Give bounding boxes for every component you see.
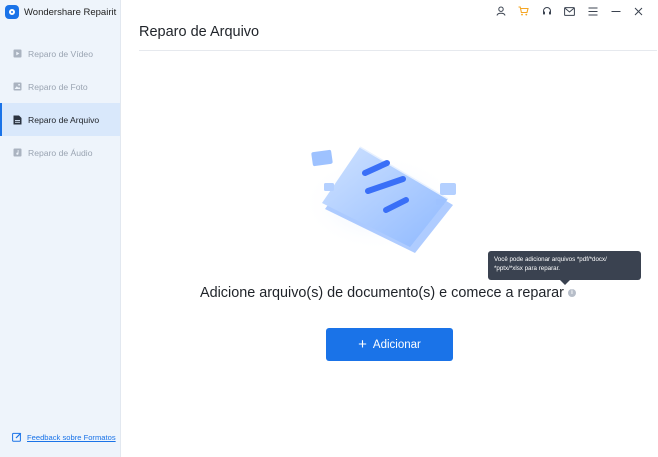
image-icon	[12, 82, 22, 92]
info-icon[interactable]: i	[567, 289, 576, 297]
minimize-icon[interactable]	[604, 4, 627, 18]
empty-state-message: Adicione arquivo(s) de documento(s) e co…	[200, 285, 576, 301]
add-button-label: Adicionar	[372, 338, 421, 351]
sidebar-item-video[interactable]: Reparo de Vídeo	[0, 37, 120, 70]
cart-icon[interactable]	[512, 4, 535, 18]
sidebar-item-audio[interactable]: Reparo de Áudio	[0, 136, 120, 169]
sidebar-item-label: Reparo de Arquivo	[28, 114, 100, 125]
empty-state-text: Adicione arquivo(s) de documento(s) e co…	[200, 285, 564, 301]
edit-icon	[12, 432, 22, 442]
sidebar-item-photo[interactable]: Reparo de Foto	[0, 70, 120, 103]
topbar	[489, 4, 650, 18]
page-title: Reparo de Arquivo	[139, 24, 260, 40]
user-icon[interactable]	[489, 4, 512, 18]
sidebar-item-label: Reparo de Vídeo	[28, 48, 93, 59]
audio-icon	[12, 148, 22, 158]
sidebar-nav: Reparo de Vídeo Reparo de Foto Reparo de…	[0, 37, 120, 169]
app-logo	[5, 5, 19, 19]
sidebar-item-label: Reparo de Áudio	[28, 147, 93, 158]
app-name: Wondershare Repairit	[24, 6, 117, 18]
headset-icon[interactable]	[535, 4, 558, 18]
sidebar: Wondershare Repairit Reparo de Vídeo Rep…	[0, 0, 121, 457]
feedback-formats-link[interactable]: Feedback sobre Formatos	[12, 432, 116, 442]
document-illustration	[302, 146, 458, 253]
add-button[interactable]: + Adicionar	[326, 328, 453, 361]
sidebar-item-file[interactable]: Reparo de Arquivo	[0, 103, 120, 136]
plus-icon: +	[358, 336, 367, 353]
mail-icon[interactable]	[558, 4, 581, 18]
app-header: Wondershare Repairit	[5, 5, 116, 19]
video-icon	[12, 49, 22, 59]
sidebar-item-label: Reparo de Foto	[28, 81, 88, 92]
title-divider	[139, 50, 657, 51]
document-icon	[12, 115, 22, 125]
formats-tooltip: Você pode adicionar arquivos *pdf/*docx/…	[488, 251, 641, 285]
menu-icon[interactable]	[581, 4, 604, 18]
close-icon[interactable]	[627, 4, 650, 18]
feedback-label: Feedback sobre Formatos	[27, 432, 116, 442]
